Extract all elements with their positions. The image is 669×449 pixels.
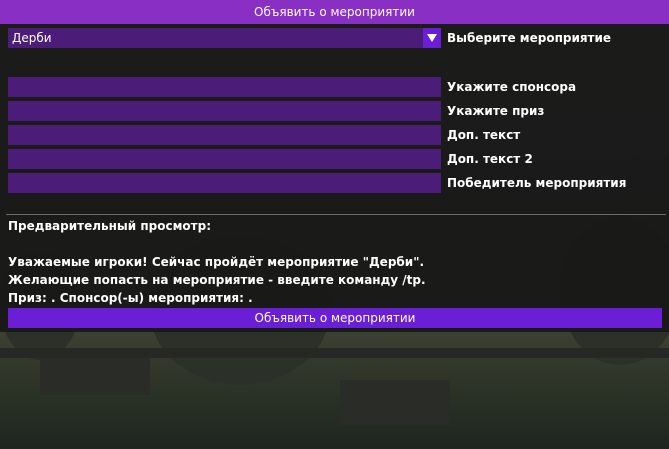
preview-line-3: Приз: . Спонсор(-ы) мероприятия: .: [8, 291, 253, 305]
preview-line-1: Уважаемые игроки! Сейчас пройдёт меропри…: [8, 255, 425, 269]
scene-shed: [40, 355, 150, 395]
event-select[interactable]: Дерби: [8, 28, 441, 48]
preview-title: Предварительный просмотр:: [8, 219, 211, 233]
preview-line-2: Желающие попасть на мероприятие - введит…: [8, 273, 426, 287]
event-select-value: Дерби: [12, 31, 52, 45]
extra-text-input[interactable]: [8, 125, 441, 145]
sponsor-input[interactable]: [8, 77, 441, 97]
event-select-label: Выберите мероприятие: [447, 31, 612, 45]
divider: [6, 214, 666, 215]
winner-input[interactable]: [8, 173, 441, 193]
prize-input[interactable]: [8, 101, 441, 121]
announce-button[interactable]: Объявить о мероприятии: [8, 308, 662, 328]
announce-event-dialog: Объявить о мероприятии Дерби Выберите ме…: [0, 0, 669, 332]
dialog-title: Объявить о мероприятии: [0, 0, 669, 24]
extra-text-label: Доп. текст: [447, 128, 521, 142]
prize-label: Укажите приз: [447, 104, 545, 118]
winner-label: Победитель мероприятия: [447, 176, 627, 190]
scene-shed: [340, 380, 450, 425]
extra-text-2-input[interactable]: [8, 149, 441, 169]
sponsor-label: Укажите спонсора: [447, 80, 577, 94]
chevron-down-icon[interactable]: [423, 28, 441, 48]
extra-text-2-label: Доп. текст 2: [447, 152, 533, 166]
scene-bridge: [0, 348, 669, 358]
